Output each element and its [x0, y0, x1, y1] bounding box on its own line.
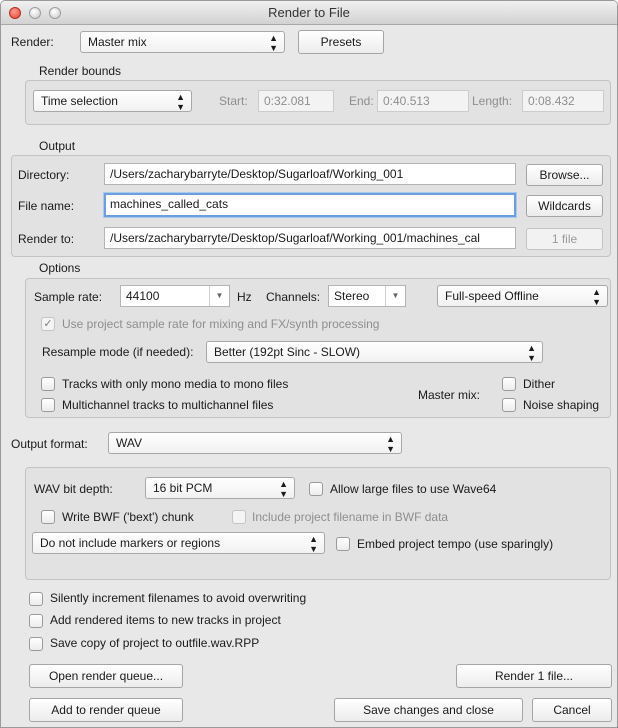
- use-project-rate-checkbox[interactable]: ✓: [41, 317, 55, 331]
- wave64-checkbox[interactable]: [309, 482, 323, 496]
- resample-mode-label: Resample mode (if needed):: [42, 345, 194, 359]
- write-bwf-label: Write BWF ('bext') chunk: [62, 510, 194, 524]
- open-render-queue-button[interactable]: Open render queue...: [29, 664, 183, 688]
- start-time-field[interactable]: 0:32.081: [258, 90, 334, 112]
- add-to-render-queue-button[interactable]: Add to render queue: [29, 698, 183, 722]
- chevron-down-icon[interactable]: ▼: [385, 286, 405, 306]
- add-to-tracks-label: Add rendered items to new tracks in proj…: [50, 613, 281, 627]
- directory-label: Directory:: [18, 168, 70, 182]
- bounds-mode-select[interactable]: Time selection ▲ ▼: [33, 90, 192, 112]
- title-bar: Render to File: [1, 1, 617, 25]
- options-group: Sample rate: 44100 ▼ Hz Channels: Stereo…: [25, 278, 611, 418]
- noise-shaping-label: Noise shaping: [523, 398, 600, 412]
- output-format-select[interactable]: WAV ▲ ▼: [108, 432, 402, 454]
- chevron-down-icon[interactable]: ▼: [209, 286, 229, 306]
- directory-input[interactable]: /Users/zacharybarryte/Desktop/Sugarloaf/…: [104, 163, 516, 185]
- file-count-button[interactable]: 1 file: [526, 228, 603, 250]
- render-to-label: Render to:: [18, 232, 75, 246]
- mono-tracks-label: Tracks with only mono media to mono file…: [62, 377, 289, 391]
- updown-arrows-icon: ▲ ▼: [386, 434, 395, 454]
- filename-input[interactable]: machines_called_cats: [104, 193, 516, 217]
- resample-mode-value: Better (192pt Sinc - SLOW): [214, 345, 361, 359]
- start-label: Start:: [219, 94, 248, 108]
- render-bounds-group: Time selection ▲ ▼ Start: 0:32.081 End: 0…: [25, 80, 611, 125]
- output-group: Directory: /Users/zacharybarryte/Desktop…: [11, 155, 611, 257]
- render-bounds-header: Render bounds: [39, 64, 122, 78]
- sample-rate-label: Sample rate:: [34, 290, 103, 304]
- embed-tempo-checkbox[interactable]: [336, 537, 350, 551]
- sample-rate-value: 44100: [126, 289, 160, 303]
- increment-filenames-label: Silently increment filenames to avoid ov…: [50, 591, 307, 605]
- render-speed-select[interactable]: Full-speed Offline ▲ ▼: [437, 285, 608, 307]
- save-project-copy-label: Save copy of project to outfile.wav.RPP: [50, 636, 260, 650]
- add-to-tracks-checkbox[interactable]: [29, 614, 43, 628]
- resample-mode-select[interactable]: Better (192pt Sinc - SLOW) ▲ ▼: [206, 341, 543, 363]
- end-label: End:: [349, 94, 374, 108]
- bit-depth-select[interactable]: 16 bit PCM ▲ ▼: [145, 477, 295, 499]
- hz-label: Hz: [237, 290, 252, 304]
- presets-button[interactable]: Presets: [298, 30, 384, 54]
- channels-value: Stereo: [334, 289, 370, 303]
- bit-depth-label: WAV bit depth:: [34, 482, 113, 496]
- render-source-value: Master mix: [88, 35, 147, 49]
- render-files-button[interactable]: Render 1 file...: [456, 664, 612, 688]
- dither-checkbox[interactable]: [502, 377, 516, 391]
- wave64-label: Allow large files to use Wave64: [330, 482, 497, 496]
- render-speed-value: Full-speed Offline: [445, 289, 539, 303]
- save-project-copy-checkbox[interactable]: [29, 637, 43, 651]
- updown-arrows-icon: ▲ ▼: [592, 287, 601, 307]
- mono-tracks-checkbox[interactable]: [41, 377, 55, 391]
- cancel-button[interactable]: Cancel: [532, 698, 612, 722]
- end-time-field[interactable]: 0:40.513: [377, 90, 469, 112]
- updown-arrows-icon: ▲ ▼: [309, 534, 318, 554]
- noise-shaping-checkbox[interactable]: [502, 398, 516, 412]
- dither-label: Dither: [523, 377, 556, 391]
- render-source-select[interactable]: Master mix ▲ ▼: [80, 31, 285, 53]
- updown-arrows-icon: ▲ ▼: [269, 33, 278, 53]
- length-field[interactable]: 0:08.432: [522, 90, 604, 112]
- output-header: Output: [39, 139, 76, 153]
- write-bwf-checkbox[interactable]: [41, 510, 55, 524]
- save-and-close-button[interactable]: Save changes and close: [334, 698, 523, 722]
- render-label: Render:: [11, 35, 54, 49]
- master-mix-label: Master mix:: [418, 388, 481, 402]
- sample-rate-combo[interactable]: 44100 ▼: [120, 285, 230, 307]
- output-format-label: Output format:: [11, 437, 88, 451]
- updown-arrows-icon: ▲ ▼: [176, 92, 185, 112]
- markers-value: Do not include markers or regions: [40, 536, 221, 550]
- multichannel-checkbox[interactable]: [41, 398, 55, 412]
- bwf-filename-label: Include project filename in BWF data: [252, 510, 449, 524]
- filename-label: File name:: [18, 199, 75, 213]
- checkmark-icon: ✓: [43, 318, 53, 330]
- browse-button[interactable]: Browse...: [526, 164, 603, 186]
- render-to-field: /Users/zacharybarryte/Desktop/Sugarloaf/…: [104, 227, 516, 249]
- channels-combo[interactable]: Stereo ▼: [328, 285, 406, 307]
- render-to-file-dialog: Render to File Render: Master mix ▲ ▼ Pre…: [0, 0, 618, 728]
- bwf-filename-checkbox[interactable]: [232, 510, 246, 524]
- updown-arrows-icon: ▲ ▼: [527, 343, 536, 363]
- format-settings-group: WAV bit depth: 16 bit PCM ▲ ▼ Allow large…: [25, 467, 611, 580]
- length-label: Length:: [472, 94, 513, 108]
- increment-filenames-checkbox[interactable]: [29, 592, 43, 606]
- bit-depth-value: 16 bit PCM: [153, 481, 213, 495]
- use-project-rate-label: Use project sample rate for mixing and F…: [62, 317, 380, 331]
- updown-arrows-icon: ▲ ▼: [279, 479, 288, 499]
- embed-tempo-label: Embed project tempo (use sparingly): [357, 537, 554, 551]
- output-format-value: WAV: [116, 436, 142, 450]
- bounds-mode-value: Time selection: [41, 94, 118, 108]
- markers-select[interactable]: Do not include markers or regions ▲ ▼: [32, 532, 325, 554]
- multichannel-label: Multichannel tracks to multichannel file…: [62, 398, 274, 412]
- channels-label: Channels:: [266, 290, 321, 304]
- wildcards-button[interactable]: Wildcards: [526, 195, 603, 217]
- window-title: Render to File: [268, 5, 350, 20]
- options-header: Options: [39, 261, 81, 275]
